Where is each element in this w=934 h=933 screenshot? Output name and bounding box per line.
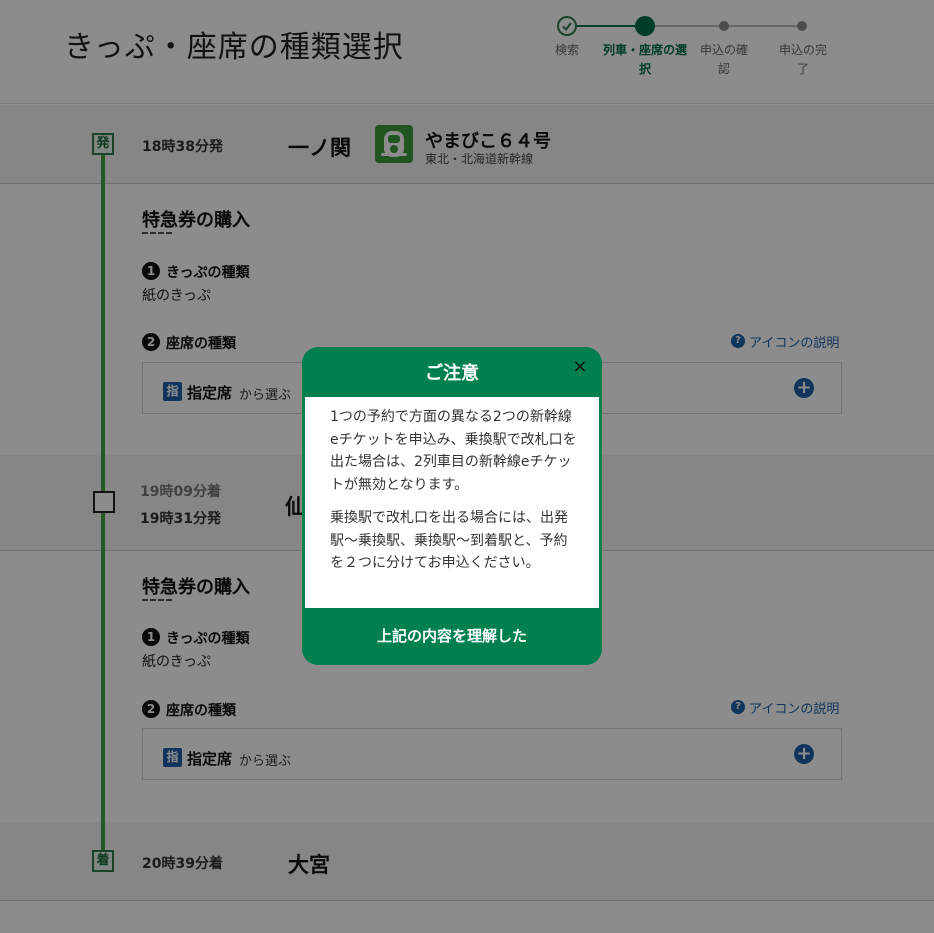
- modal-title: ご注意: [425, 363, 479, 384]
- close-icon[interactable]: ×: [570, 357, 590, 377]
- understood-button[interactable]: 上記の内容を理解した: [302, 608, 602, 665]
- notice-paragraph-2: 乗換駅で改札口を出る場合には、出発駅〜乗換駅、乗換駅〜到着駅と、予約を２つに分け…: [330, 510, 568, 571]
- notice-modal: ご注意 × 1つの予約で方面の異なる2つの新幹線eチケットを申込み、乗換駅で改札…: [302, 347, 602, 665]
- notice-paragraph-1: 1つの予約で方面の異なる2つの新幹線eチケットを申込み、乗換駅で改札口を出た場合…: [330, 409, 577, 493]
- modal-body: 1つの予約で方面の異なる2つの新幹線eチケットを申込み、乗換駅で改札口を出た場合…: [305, 397, 599, 608]
